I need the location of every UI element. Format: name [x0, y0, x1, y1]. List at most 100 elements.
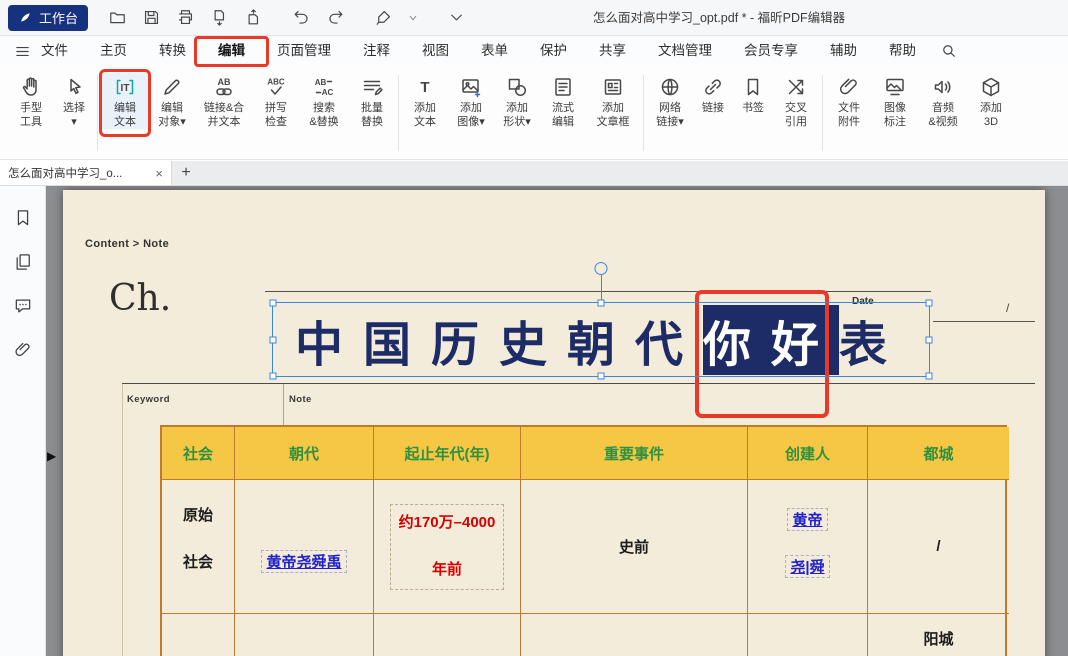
- menu-home[interactable]: 主页: [84, 36, 143, 66]
- document-tabbar: 怎么面对高中学习_o... × +: [0, 161, 1068, 186]
- history-table: 社会 朝代 起止年代(年) 重要事件 创建人 都城 原始 社会 黄帝尧舜禹 约1…: [160, 425, 1007, 656]
- link-icon: [701, 75, 725, 99]
- selection-handle-e[interactable]: [926, 336, 933, 343]
- capital-text[interactable]: /: [936, 538, 940, 555]
- tool-batch-replace[interactable]: 批量替换: [349, 73, 395, 129]
- menu-doc-manage[interactable]: 文档管理: [642, 36, 728, 66]
- cell-empty: [162, 614, 235, 656]
- pdf-page: Content > Note Ch. Keyword Note Date / 中…: [63, 190, 1045, 656]
- tool-cross-reference[interactable]: 交叉引用: [773, 73, 819, 129]
- breadcrumb: Content > Note: [85, 238, 169, 250]
- years-textbox[interactable]: 约170万–4000 年前: [390, 504, 505, 590]
- tool-audio-video[interactable]: 音频&视频: [918, 73, 968, 129]
- selection-handle-se[interactable]: [926, 373, 933, 380]
- menu-convert[interactable]: 转换: [143, 36, 202, 66]
- selection-handle-w[interactable]: [270, 336, 277, 343]
- ribbon: 手型工具 选择▾ IT 编辑文本 编辑对象▾ AB 链接&合并文本 ABC 拼写…: [0, 66, 1068, 160]
- tool-link-join-text[interactable]: AB 链接&合并文本: [195, 73, 253, 129]
- table-header-years: 起止年代(年): [374, 427, 521, 480]
- selection-handle-sw[interactable]: [270, 373, 277, 380]
- capital-row2-text[interactable]: 阳城: [923, 628, 953, 649]
- comments-panel-icon[interactable]: [13, 296, 33, 316]
- menu-edit[interactable]: 编辑: [202, 36, 261, 66]
- image-annotation-icon: [883, 75, 907, 99]
- svg-text:ABC: ABC: [267, 78, 285, 87]
- redo-icon[interactable]: [326, 8, 345, 27]
- tool-reflow-edit[interactable]: 流式编辑: [540, 73, 586, 129]
- pages-panel-icon[interactable]: [13, 252, 33, 272]
- window-title: 怎么面对高中学习_opt.pdf * - 福昕PDF编辑器: [593, 0, 845, 36]
- tab-close-icon[interactable]: ×: [155, 166, 163, 181]
- undo-icon[interactable]: [292, 8, 311, 27]
- open-file-icon[interactable]: [108, 8, 127, 27]
- bookmarks-panel-icon[interactable]: [13, 208, 33, 228]
- selection-handle-s[interactable]: [598, 373, 605, 380]
- tool-image-annotation[interactable]: 图像标注: [872, 73, 918, 129]
- menubar: 文件 主页 转换 编辑 页面管理 注释 视图 表单 保护 共享 文档管理 会员专…: [0, 36, 1068, 66]
- menu-comment[interactable]: 注释: [347, 36, 406, 66]
- menu-view[interactable]: 视图: [406, 36, 465, 66]
- tool-spell-check[interactable]: ABC 拼写检查: [253, 73, 299, 129]
- add-image-icon: [459, 75, 483, 99]
- new-tab-button[interactable]: +: [172, 161, 200, 185]
- menu-share[interactable]: 共享: [583, 36, 642, 66]
- print-icon[interactable]: [176, 8, 195, 27]
- tool-edit-object[interactable]: 编辑对象▾: [149, 73, 195, 129]
- keyword-note-separator: [283, 383, 284, 425]
- attachments-panel-icon[interactable]: [13, 340, 33, 360]
- tool-link[interactable]: 链接: [693, 73, 733, 129]
- ribbon-separator: [97, 75, 98, 151]
- keyword-label: Keyword: [127, 394, 170, 405]
- selection-handle-n[interactable]: [598, 300, 605, 307]
- tool-edit-text[interactable]: IT 编辑文本: [101, 73, 149, 129]
- tool-file-attachment[interactable]: 文件附件: [826, 73, 872, 129]
- society-line1[interactable]: 原始: [183, 504, 213, 525]
- toolbar-more-icon[interactable]: [447, 8, 466, 27]
- tool-web-links[interactable]: 网络链接▾: [647, 73, 693, 129]
- titlebar: 工作台 怎么面对高中学习_opt.pdf * - 福昕PDF编辑器: [0, 0, 1068, 36]
- events-text[interactable]: 史前: [619, 536, 649, 557]
- selection-handle-ne[interactable]: [926, 300, 933, 307]
- menu-help[interactable]: 帮助: [873, 36, 932, 66]
- panel-expand-arrow[interactable]: ▶: [47, 450, 56, 462]
- page-insert-icon[interactable]: [244, 8, 263, 27]
- menu-accessibility[interactable]: 辅助: [814, 36, 873, 66]
- dynasty-text[interactable]: 黄帝尧舜禹: [261, 550, 346, 573]
- workspace-button[interactable]: 工作台: [8, 5, 88, 31]
- text-selection-box[interactable]: [272, 302, 930, 377]
- reflow-edit-icon: [551, 75, 575, 99]
- tool-add-3d[interactable]: 添加3D: [968, 73, 1014, 129]
- society-line2[interactable]: 社会: [183, 551, 213, 572]
- menu-protect[interactable]: 保护: [524, 36, 583, 66]
- cell-empty: [521, 614, 748, 656]
- menu-page-organize[interactable]: 页面管理: [261, 36, 347, 66]
- document-tab[interactable]: 怎么面对高中学习_o... ×: [0, 161, 172, 185]
- tool-hand[interactable]: 手型工具: [8, 73, 54, 129]
- founder-line2[interactable]: 尧|舜: [785, 555, 829, 578]
- page-export-icon[interactable]: [210, 8, 229, 27]
- quick-access-toolbar: [108, 8, 466, 27]
- brush-dropdown-icon[interactable]: [408, 13, 418, 23]
- menu-form[interactable]: 表单: [465, 36, 524, 66]
- selection-handle-nw[interactable]: [270, 300, 277, 307]
- save-icon[interactable]: [142, 8, 161, 27]
- menu-member[interactable]: 会员专享: [728, 36, 814, 66]
- tool-search-replace[interactable]: ABAC 搜索&替换: [299, 73, 349, 129]
- rotate-handle[interactable]: [595, 262, 608, 275]
- tool-add-shape[interactable]: 添加形状▾: [494, 73, 540, 129]
- hamburger-icon[interactable]: [14, 43, 31, 60]
- founder-line1[interactable]: 黄帝: [787, 508, 827, 531]
- tool-add-image[interactable]: 添加图像▾: [448, 73, 494, 129]
- search-icon[interactable]: [940, 42, 958, 60]
- cube-3d-icon: [979, 75, 1003, 99]
- ribbon-separator: [398, 75, 399, 151]
- brush-icon[interactable]: [374, 8, 393, 27]
- header-rule-line: [265, 291, 931, 292]
- tool-bookmark[interactable]: 书签: [733, 73, 773, 129]
- tool-select[interactable]: 选择▾: [54, 73, 94, 129]
- cell-founder: 黄帝 尧|舜: [748, 480, 868, 614]
- tool-add-text[interactable]: T 添加文本: [402, 73, 448, 129]
- tool-add-article-box[interactable]: 添加文章框: [586, 73, 640, 129]
- menu-file[interactable]: 文件: [31, 36, 84, 66]
- header-rule-line-right: [933, 321, 1035, 322]
